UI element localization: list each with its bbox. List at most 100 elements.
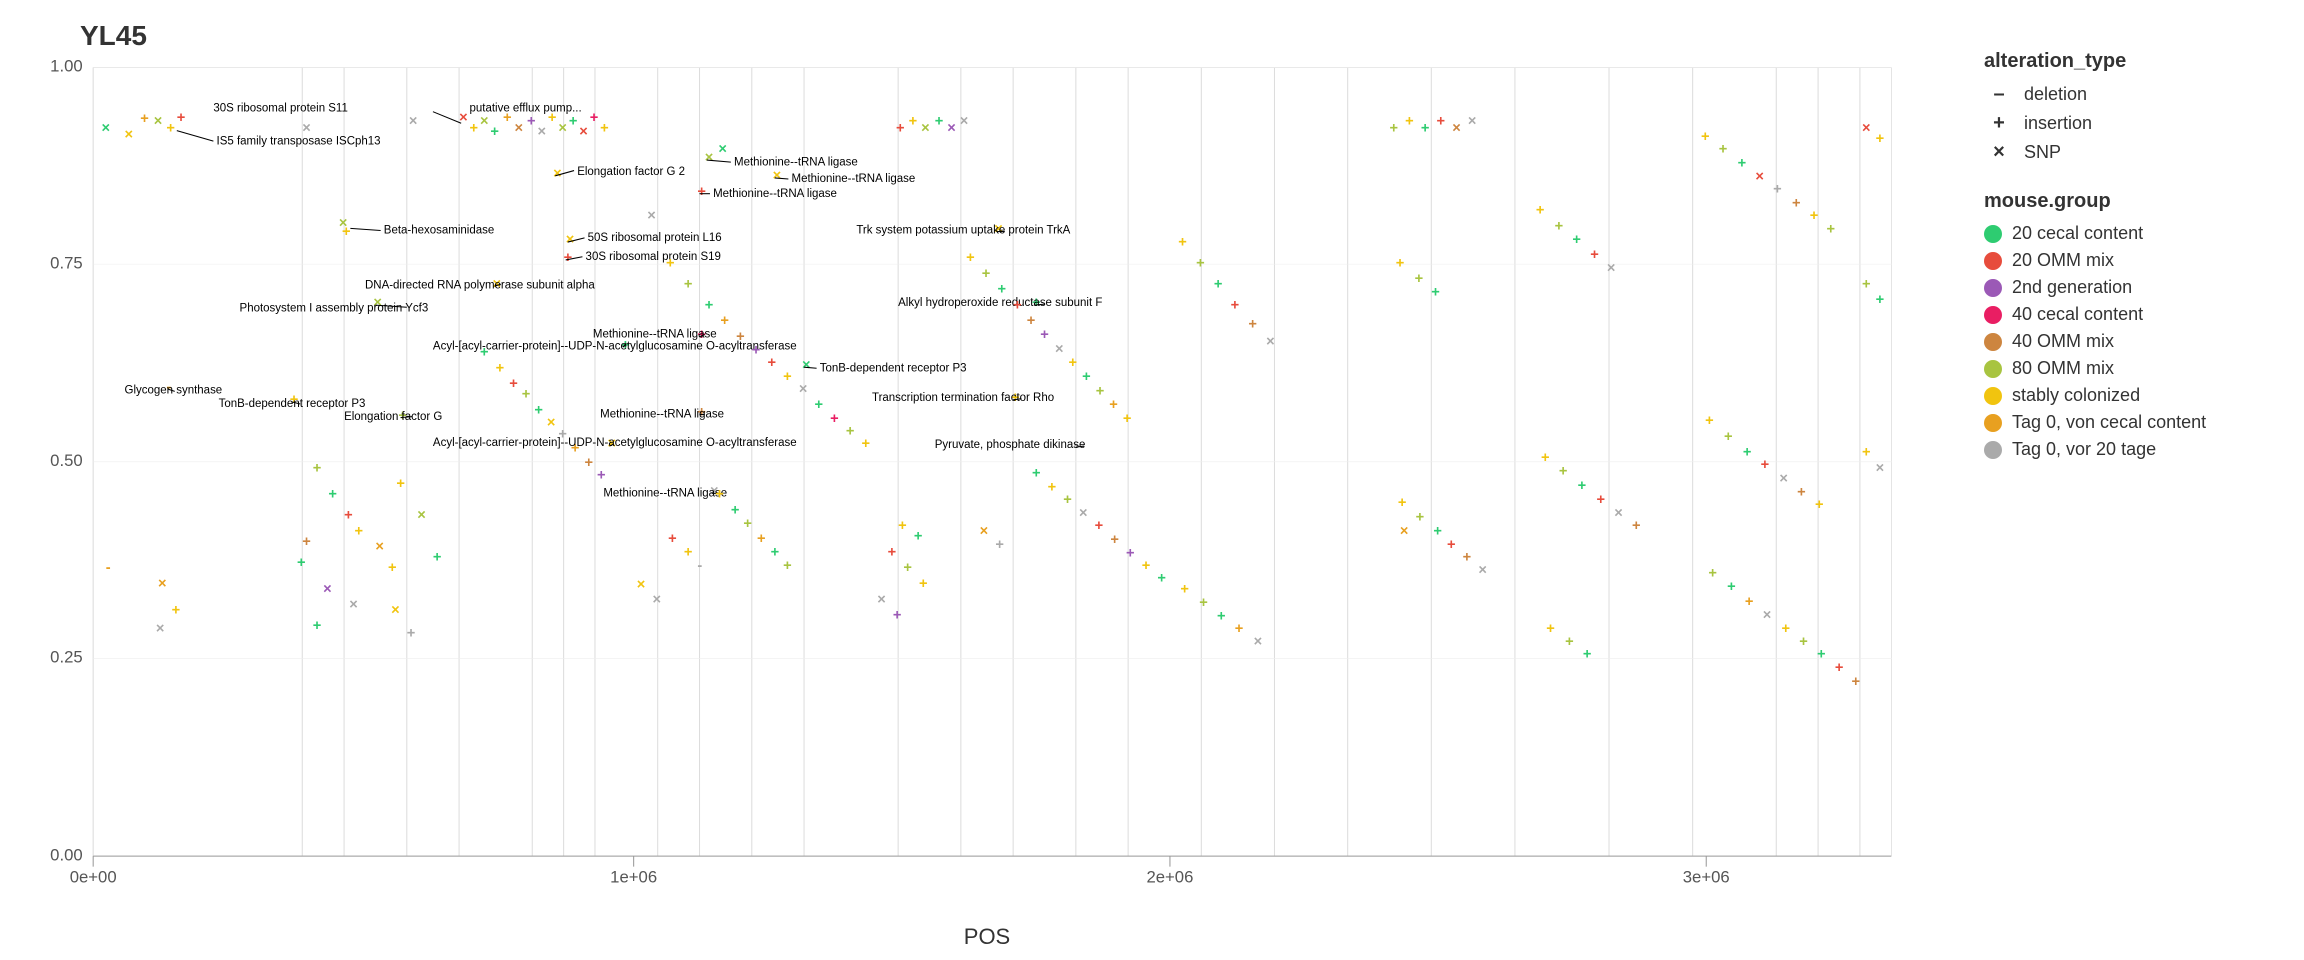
svg-text:+: + [1810,208,1819,224]
svg-text:+: + [1799,634,1808,650]
svg-text:+: + [846,424,855,440]
legend-item-stably-colonized: stably colonized [1984,385,2284,406]
svg-text:Elongation factor G: Elongation factor G [344,411,442,423]
svg-text:+: + [1040,327,1049,343]
svg-text:+: + [1565,634,1574,650]
svg-text:Methionine--tRNA ligase: Methionine--tRNA ligase [792,173,916,185]
svg-text:+: + [1724,429,1733,445]
svg-text:×: × [1400,523,1409,539]
deletion-label: deletion [2024,84,2087,105]
svg-text:+: + [600,121,609,137]
svg-text:+: + [1180,581,1189,597]
svg-text:+: + [1096,384,1105,400]
svg-text:+: + [302,534,311,550]
svg-text:+: + [783,369,792,385]
svg-text:+: + [1142,558,1151,574]
svg-text:+: + [1546,621,1555,637]
svg-text:+: + [995,537,1004,553]
svg-text:×: × [947,121,956,137]
svg-text:+: + [355,523,364,539]
40-omm-label: 40 OMM mix [2012,331,2114,352]
svg-text:Methionine--tRNA ligase: Methionine--tRNA ligase [734,156,858,168]
svg-text:×: × [154,113,163,129]
legend-item-insertion: + insertion [1984,112,2284,135]
tag0-von-label: Tag 0, von cecal content [2012,412,2206,433]
svg-text:+: + [898,518,907,534]
svg-text:+: + [172,602,181,618]
2nd-gen-label: 2nd generation [2012,277,2132,298]
svg-text:+: + [342,224,351,240]
svg-text:+: + [1826,222,1835,238]
svg-text:+: + [888,544,897,560]
svg-text:+: + [1157,571,1166,587]
svg-text:+: + [1396,255,1405,271]
svg-text:+: + [1701,129,1710,145]
svg-text:Photosystem I assembly protein: Photosystem I assembly protein Ycf3 [240,302,429,314]
svg-text:+: + [590,110,599,126]
svg-text:+: + [684,544,693,560]
svg-text:×: × [637,577,646,593]
svg-text:+: + [1048,479,1057,495]
snp-label: SNP [2024,142,2061,163]
svg-text:+: + [1063,492,1072,508]
svg-text:×: × [158,576,167,592]
svg-text:+: + [1797,484,1806,500]
svg-text:+: + [982,266,991,282]
svg-text:+: + [313,618,322,634]
svg-text:×: × [1079,506,1088,522]
svg-text:+: + [1178,234,1187,250]
svg-text:+: + [1782,621,1791,637]
svg-text:Methionine--tRNA ligase: Methionine--tRNA ligase [593,329,717,341]
svg-text:×: × [547,415,556,431]
legend-item-2nd-gen: 2nd generation [1984,277,2284,298]
svg-text:×: × [323,581,332,597]
mouse-group-legend-title: mouse.group [1984,190,2284,213]
svg-text:+: + [1433,523,1442,539]
svg-text:+: + [903,560,912,576]
svg-text:+: + [1421,121,1430,137]
svg-text:+: + [140,111,149,127]
svg-text:+: + [1862,445,1871,461]
svg-text:0.75: 0.75 [50,253,83,272]
svg-text:×: × [579,124,588,140]
svg-text:+: + [862,436,871,452]
svg-text:+: + [1862,276,1871,292]
svg-text:+: + [1013,297,1022,313]
svg-text:+: + [396,476,405,492]
svg-text:×: × [1862,121,1871,137]
svg-text:Trk system potassium uptake pr: Trk system potassium uptake protein TrkA [856,225,1070,237]
legend-item-20-omm: 20 OMM mix [1984,250,2284,271]
svg-text:+: + [914,529,923,545]
svg-text:+: + [830,411,839,427]
svg-text:×: × [705,150,714,166]
svg-text:+: + [697,184,706,200]
svg-text:Acyl-[acyl-carrier-protein]--U: Acyl-[acyl-carrier-protein]--UDP-N-acety… [433,437,797,449]
svg-text:+: + [1405,113,1414,129]
svg-text:+: + [1773,182,1782,198]
svg-text:+: + [1447,537,1456,553]
svg-text:×: × [799,381,808,397]
svg-text:×: × [1254,634,1263,650]
svg-text:Elongation factor G 2: Elongation factor G 2 [577,166,685,178]
svg-text:×: × [391,602,400,618]
svg-text:×: × [1055,341,1064,357]
chart-area: YL45 [20,20,1954,940]
legend-item-80-omm: 80 OMM mix [1984,358,2284,379]
chart-title: YL45 [20,20,1954,52]
svg-text:×: × [537,124,546,140]
svg-text:+: + [736,329,745,345]
legend-item-40-cecal: 40 cecal content [1984,304,2284,325]
40-cecal-dot [1984,306,2002,324]
svg-text:3e+06: 3e+06 [1683,867,1730,886]
20-cecal-label: 20 cecal content [2012,223,2143,244]
svg-text:+: + [388,560,397,576]
svg-text:×: × [125,127,134,143]
legend-item-tag0-von: Tag 0, von cecal content [1984,412,2284,433]
svg-text:+: + [1536,203,1545,219]
tag0-vor-label: Tag 0, vor 20 tage [2012,439,2156,460]
svg-text:+: + [1761,457,1770,473]
svg-text:Pyruvate, phosphate dikinase: Pyruvate, phosphate dikinase [935,439,1086,451]
svg-text:1e+06: 1e+06 [610,867,657,886]
svg-text:+: + [1095,518,1104,534]
svg-text:+: + [407,625,416,641]
